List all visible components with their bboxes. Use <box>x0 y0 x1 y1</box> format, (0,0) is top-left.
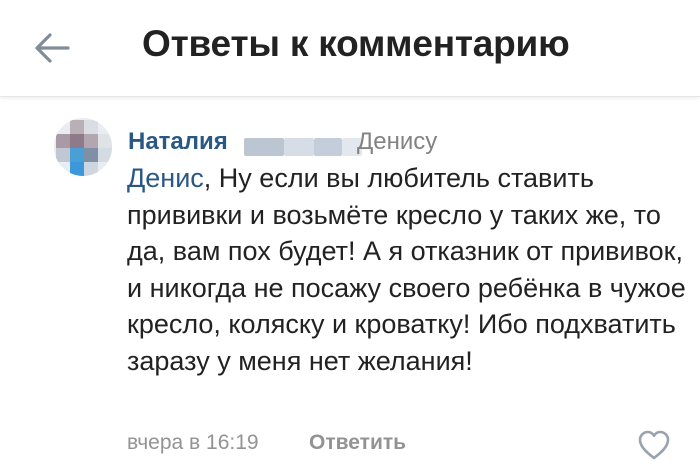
comment-meta: вчера в 16:19 Ответить <box>127 431 406 455</box>
page-title: Ответы к комментарию <box>142 23 570 64</box>
avatar[interactable] <box>54 118 112 176</box>
author-name[interactable]: Наталия <box>128 128 228 156</box>
timestamp: вчера в 16:19 <box>127 431 259 454</box>
reply-to-label[interactable]: Денису <box>357 128 437 156</box>
reply-comment: Наталия Денису Денис, Ну если вы любител… <box>0 100 700 464</box>
top-bar: Ответы к комментарию <box>0 0 700 97</box>
heart-icon <box>638 430 670 460</box>
back-button[interactable] <box>30 26 74 70</box>
reply-button[interactable]: Ответить <box>309 431 406 455</box>
comment-body: , Ну если вы любитель ставить прививки и… <box>127 163 686 376</box>
like-button[interactable] <box>636 429 672 461</box>
mention-link[interactable]: Денис <box>127 163 204 193</box>
comment-text: Денис, Ну если вы любитель ставить приви… <box>127 160 687 380</box>
arrow-left-icon <box>35 33 70 63</box>
